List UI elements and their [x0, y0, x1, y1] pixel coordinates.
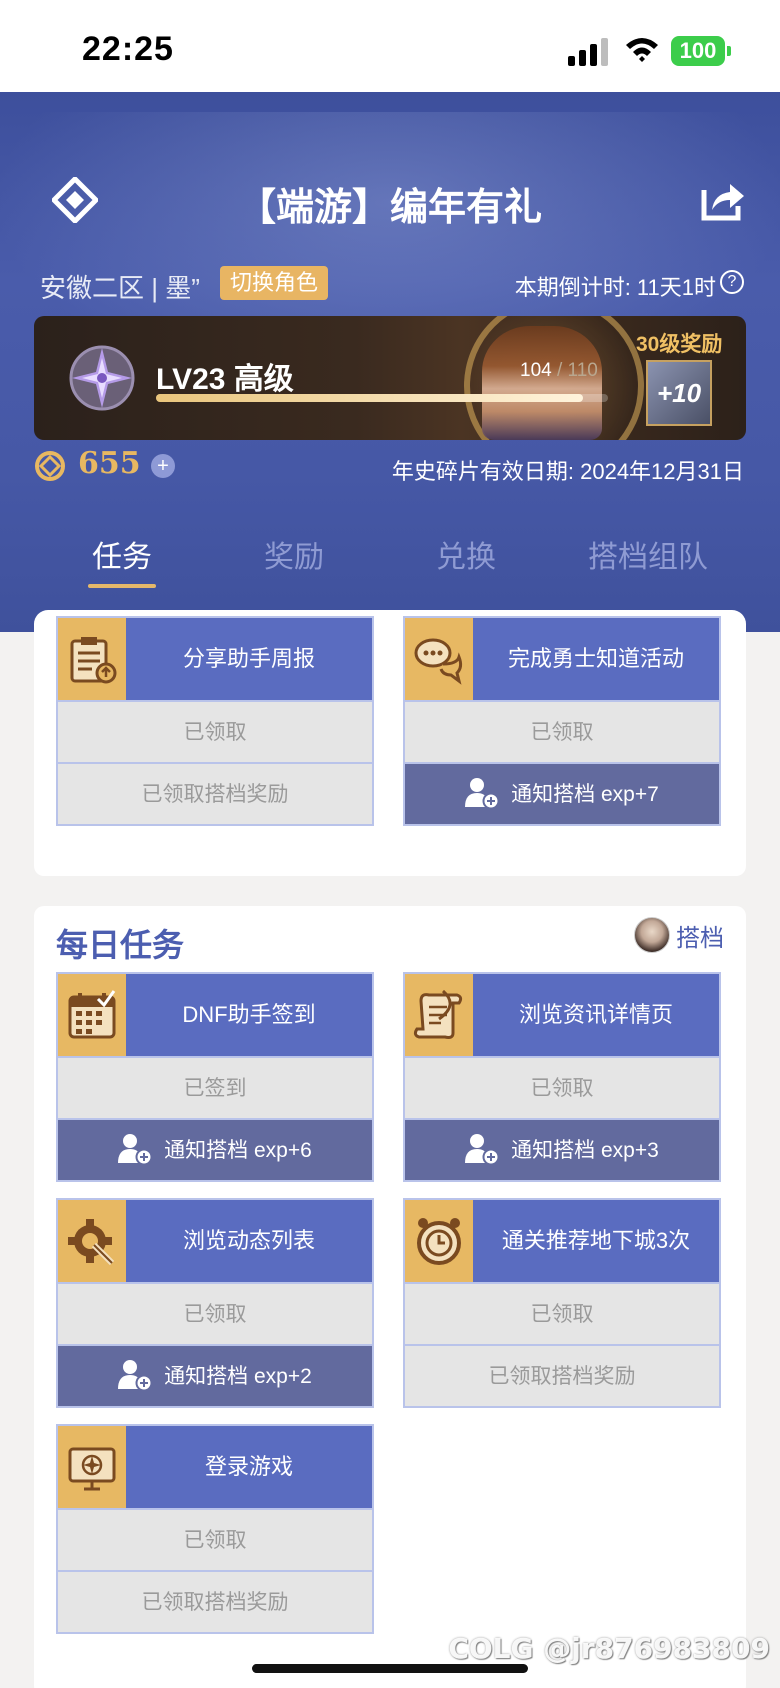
task-header: 登录游戏: [58, 1426, 372, 1508]
page-title: 【端游】编年有礼: [237, 187, 542, 229]
help-icon[interactable]: ?: [720, 270, 744, 294]
task-header: 浏览资讯详情页: [405, 974, 719, 1056]
scroll-icon: [405, 974, 473, 1056]
status-time: 22:25: [82, 30, 174, 68]
exp-current: 104: [520, 360, 552, 381]
share-icon[interactable]: [698, 176, 746, 224]
fragment-expiry-date: 年史碎片有效日期: 2024年12月31日: [391, 459, 744, 484]
task-card: 浏览资讯详情页 已领取 通知搭档 exp+3: [403, 972, 721, 1182]
level-label: LV23 高级: [156, 363, 294, 396]
task-header: DNF助手签到: [58, 974, 372, 1056]
tab-rewards[interactable]: 奖励: [264, 532, 324, 576]
notify-partner-button[interactable]: 通知搭档 exp+3: [405, 1118, 719, 1180]
exp-progress-text: 104 / 110: [520, 360, 598, 382]
level-reward-label: 30级奖励: [636, 333, 723, 356]
task-name: 浏览资讯详情页: [518, 1002, 673, 1027]
coin-icon: [35, 451, 65, 481]
add-partner-icon: [118, 1360, 153, 1392]
task-header: 浏览动态列表: [58, 1200, 372, 1282]
tab-bar: 任务 奖励 兑换 搭档组队: [0, 532, 780, 592]
add-coins-button[interactable]: +: [151, 454, 175, 478]
tab-tasks[interactable]: 任务: [92, 532, 152, 576]
notify-partner-label: 通知搭档 exp+2: [164, 1365, 312, 1388]
task-header: 完成勇士知道活动: [405, 618, 719, 700]
monitor-icon: [58, 1426, 126, 1508]
tab-exchange[interactable]: 兑换: [436, 532, 496, 576]
active-tab-indicator: [88, 584, 156, 588]
task-card: 通关推荐地下城3次 已领取 已领取搭档奖励: [403, 1198, 721, 1408]
add-partner-icon: [465, 1134, 500, 1166]
task-status: 已领取: [405, 1056, 719, 1118]
chat-bubbles-icon: [405, 618, 473, 700]
task-card: DNF助手签到 已签到 通知搭档 exp+6: [56, 972, 374, 1182]
reward-item-icon[interactable]: +10: [646, 360, 712, 426]
task-card: 浏览动态列表 已领取 通知搭档 exp+2: [56, 1198, 374, 1408]
notify-partner-button[interactable]: 通知搭档 exp+6: [58, 1118, 372, 1180]
compass-emblem-icon: [69, 345, 135, 411]
countdown-text: 本期倒计时: 11天1时?: [515, 270, 744, 302]
clipboard-icon: [58, 618, 126, 700]
task-status: 已领取: [58, 1282, 372, 1344]
partner-label: 搭档: [676, 924, 724, 952]
add-partner-icon: [465, 778, 500, 810]
colg-watermark: COLG @jr876983809: [448, 1632, 770, 1665]
home-indicator[interactable]: [252, 1664, 528, 1673]
calendar-icon: [58, 974, 126, 1056]
task-status: 已领取: [58, 700, 372, 762]
notify-partner-label: 通知搭档 exp+7: [511, 783, 659, 806]
coin-balance: 655: [78, 446, 141, 481]
section-title: 每日任务: [56, 927, 185, 963]
task-status: 已领取: [58, 1508, 372, 1570]
notify-partner-label: 通知搭档 exp+6: [164, 1139, 312, 1162]
tab-partner-team[interactable]: 搭档组队: [588, 532, 708, 576]
event-header: 【端游】编年有礼 安徽二区 | 墨” 切换角色 本期倒计时: 11天1时? LV…: [0, 92, 780, 632]
countdown-label: 本期倒计时: 11天1时: [514, 275, 716, 300]
task-status: 已签到: [58, 1056, 372, 1118]
task-name: 浏览动态列表: [182, 1228, 315, 1253]
notify-partner-label: 通知搭档 exp+3: [511, 1139, 659, 1162]
notify-partner-button[interactable]: 通知搭档 exp+7: [405, 762, 719, 824]
partner-reward-claimed: 已领取搭档奖励: [58, 1570, 372, 1632]
exp-max: / 110: [556, 360, 598, 381]
switch-role-button[interactable]: 切换角色: [220, 266, 329, 300]
task-status: 已领取: [405, 700, 719, 762]
cellular-signal-icon: [568, 36, 610, 66]
task-card: 完成勇士知道活动 已领取 通知搭档 exp+7: [403, 616, 721, 826]
task-card: 登录游戏 已领取 已领取搭档奖励: [56, 1424, 374, 1634]
task-header: 通关推荐地下城3次: [405, 1200, 719, 1282]
task-name: DNF助手签到: [182, 1002, 316, 1027]
task-name: 登录游戏: [204, 1454, 293, 1479]
task-name: 通关推荐地下城3次: [501, 1228, 691, 1253]
task-status: 已领取: [405, 1282, 719, 1344]
clock-icon: [405, 1200, 473, 1282]
partner-reward-claimed: 已领取搭档奖励: [58, 762, 372, 824]
exp-progress-fill: [156, 394, 584, 402]
status-bar: 22:25 100: [0, 0, 780, 92]
wifi-icon: [626, 38, 658, 62]
add-partner-icon: [118, 1134, 153, 1166]
battery-tip: [727, 46, 731, 56]
level-card: LV23 高级 104 / 110 30级奖励 +10: [34, 316, 746, 440]
task-header: 分享助手周报: [58, 618, 372, 700]
gear-wrench-icon: [58, 1200, 126, 1282]
partner-link[interactable]: 搭档: [634, 916, 724, 954]
exp-progress-bar: [156, 394, 608, 402]
task-card: 分享助手周报 已领取 已领取搭档奖励: [56, 616, 374, 826]
notify-partner-button[interactable]: 通知搭档 exp+2: [58, 1344, 372, 1406]
partner-avatar: [634, 917, 670, 953]
task-name: 完成勇士知道活动: [507, 646, 684, 671]
server-role-label: 安徽二区 | 墨”: [40, 273, 200, 303]
hero-portrait: [482, 326, 602, 440]
battery-icon: 100: [671, 36, 725, 66]
task-name: 分享助手周报: [182, 646, 315, 671]
partner-reward-claimed: 已领取搭档奖励: [405, 1344, 719, 1406]
